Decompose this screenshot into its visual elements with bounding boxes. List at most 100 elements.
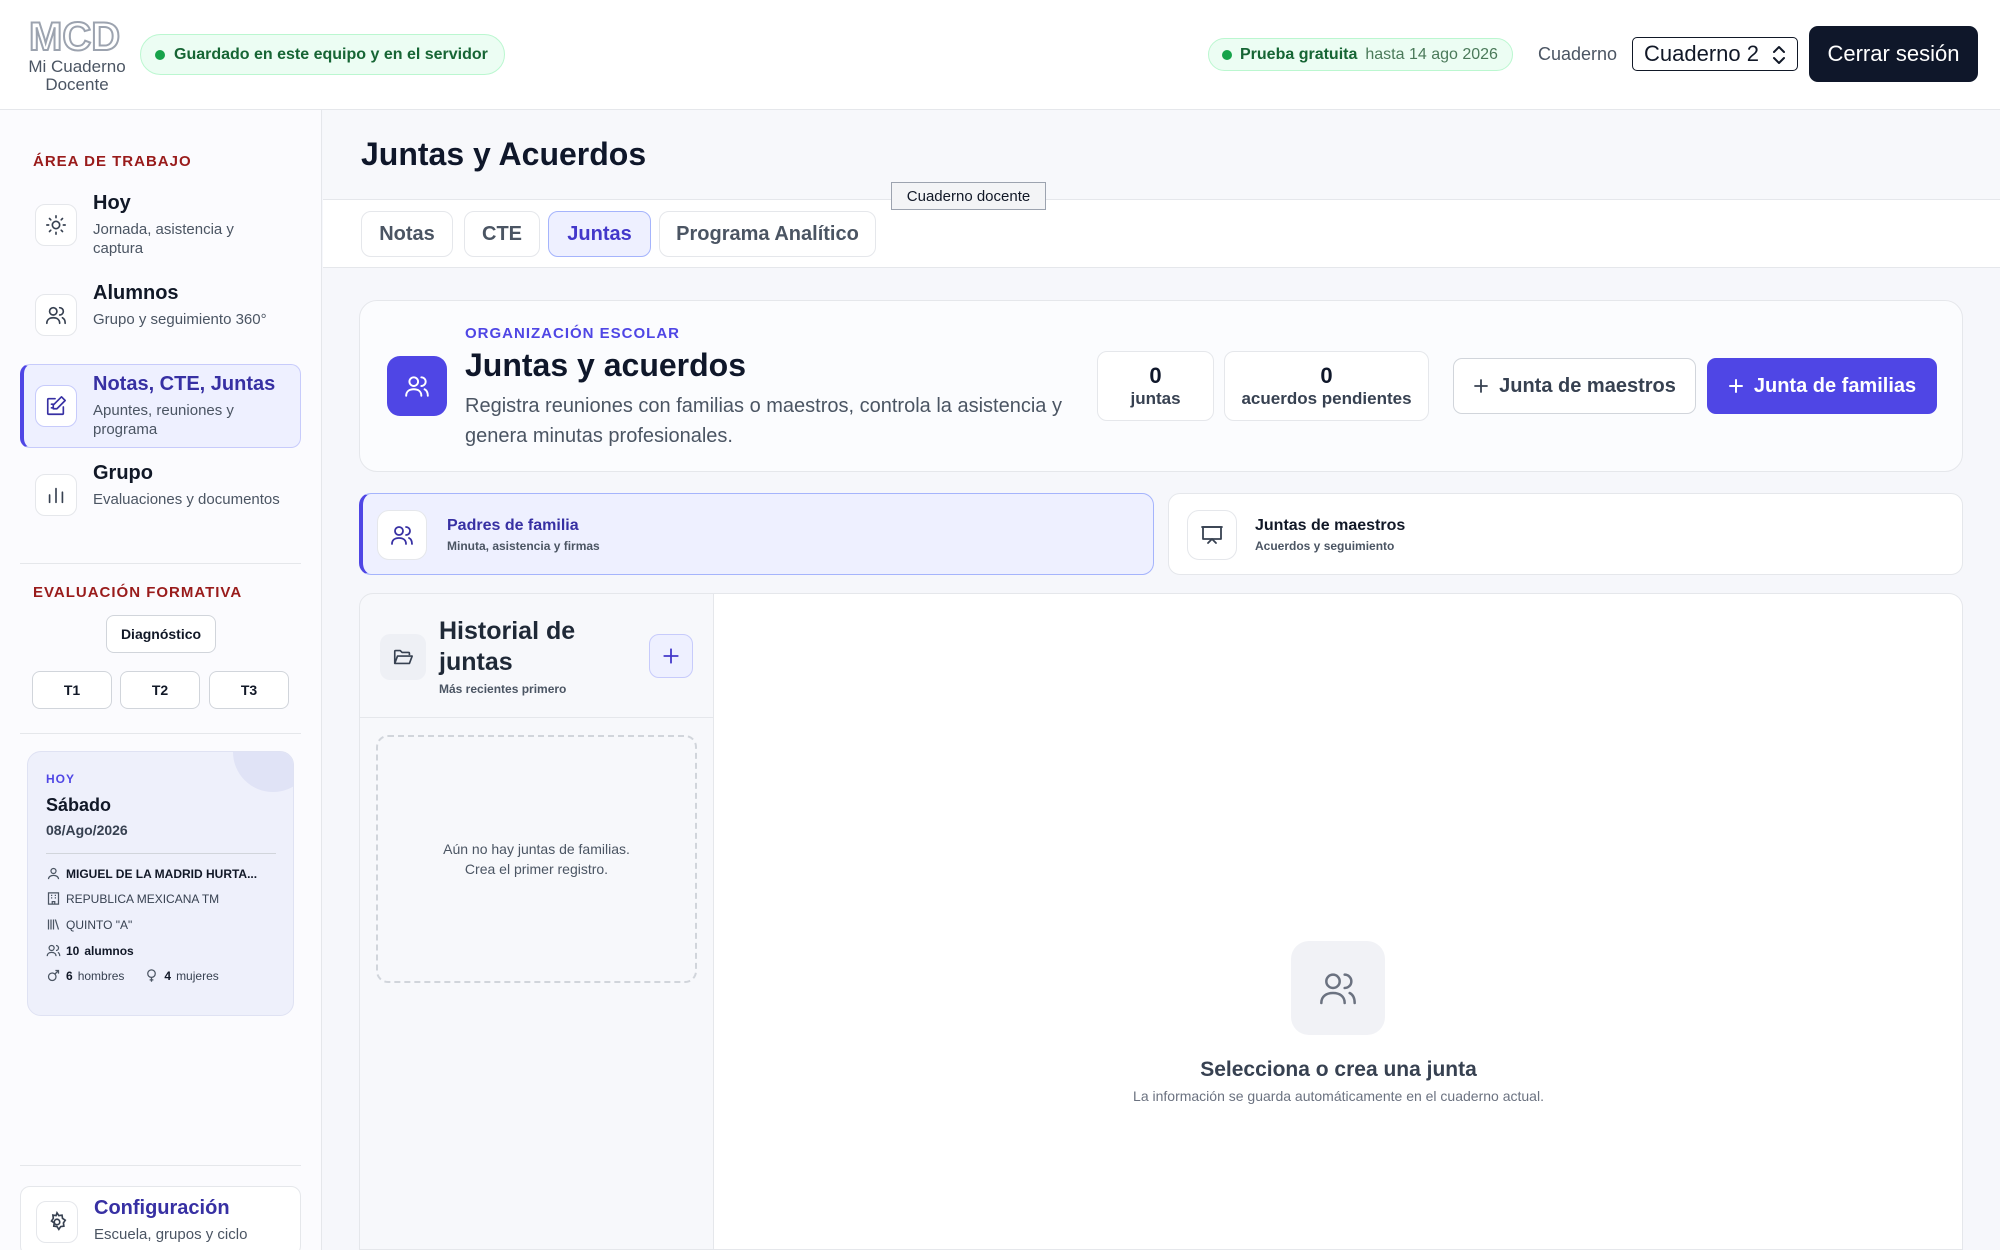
add-meeting-button[interactable]: [649, 634, 693, 678]
sun-icon: [35, 204, 77, 246]
history-panel: Historial de juntas Más recientes primer…: [359, 593, 714, 1250]
logo-line-1: Mi Cuaderno: [28, 57, 126, 76]
empty-history-placeholder: Aún no hay juntas de familias. Crea el p…: [376, 735, 697, 983]
plus-icon: [1474, 379, 1489, 393]
logo-mark-icon: MCD: [28, 14, 121, 56]
decorative-circle: [233, 752, 293, 792]
type-card-parents[interactable]: Padres de familia Minuta, asistencia y f…: [359, 493, 1154, 575]
women-count: 4: [164, 968, 172, 983]
sidebar-divider: [20, 733, 301, 734]
svg-text:MCD: MCD: [29, 15, 120, 56]
detail-empty-subtitle: La información se guarda automáticamente…: [1133, 1088, 1544, 1104]
evaluation-section-title: EVALUACIÓN FORMATIVA: [33, 584, 243, 601]
today-label: HOY: [46, 772, 76, 786]
plus-icon: [663, 648, 679, 664]
today-card: HOY Sábado 08/Ago/2026 MIGUEL DE LA MADR…: [27, 751, 294, 1016]
type-card-teachers[interactable]: Juntas de maestros Acuerdos y seguimient…: [1168, 493, 1963, 575]
sidebar-item-hoy[interactable]: Hoy Jornada, asistencia y captura: [20, 184, 301, 268]
empty-line-1: Aún no hay juntas de familias.: [443, 841, 630, 857]
type-title: Juntas de maestros: [1255, 517, 1406, 534]
summary-title: Juntas y acuerdos: [465, 347, 746, 383]
group-row: QUINTO "A": [46, 917, 132, 932]
sidebar-item-configuracion[interactable]: Configuración Escuela, grupos y ciclo: [20, 1186, 301, 1250]
users-icon: [35, 294, 77, 336]
detail-empty-title: Selecciona o crea una junta: [1200, 1058, 1477, 1081]
male-icon: [47, 969, 60, 982]
tooltip: Cuaderno docente: [891, 182, 1046, 210]
save-status-badge: Guardado en este equipo y en el servidor: [140, 34, 505, 75]
history-subtitle: Más recientes primero: [439, 682, 567, 696]
gear-icon: [36, 1201, 78, 1243]
notebook-select[interactable]: Cuaderno 2: [1632, 37, 1798, 71]
tab-notas[interactable]: Notas: [361, 211, 453, 257]
detail-panel: Selecciona o crea una junta La informaci…: [714, 593, 1963, 1250]
sidebar-item-title: Grupo: [93, 462, 153, 484]
meetings-label: juntas: [1130, 389, 1181, 408]
section-label: ORGANIZACIÓN ESCOLAR: [465, 325, 680, 342]
sidebar-item-subtitle: Escuela, grupos y ciclo: [94, 1226, 248, 1243]
today-date: 08/Ago/2026: [46, 822, 128, 838]
bar-chart-icon: [35, 474, 77, 516]
sidebar-item-title: Alumnos: [93, 282, 179, 304]
trimester-2-button[interactable]: T2: [120, 671, 200, 709]
sidebar-item-subtitle: Grupo y seguimiento 360°: [93, 311, 267, 328]
tab-programa-analitico[interactable]: Programa Analítico: [659, 211, 876, 257]
trial-badge: Prueba gratuita hasta 14 ago 2026: [1208, 38, 1513, 71]
type-subtitle: Acuerdos y seguimiento: [1255, 539, 1395, 553]
type-subtitle: Minuta, asistencia y firmas: [447, 539, 600, 553]
page-title: Juntas y Acuerdos: [361, 136, 647, 172]
sidebar-item-subtitle: Evaluaciones y documentos: [93, 491, 280, 508]
new-teachers-meeting-button[interactable]: Junta de maestros: [1453, 358, 1696, 414]
meetings-count: 0: [1149, 363, 1162, 388]
meetings-stat: 0 juntas: [1097, 351, 1214, 421]
female-icon: [147, 969, 157, 982]
users-icon: [387, 356, 447, 416]
sidebar-item-subtitle: Jornada, asistencia y captura: [93, 221, 234, 257]
save-status-text: Guardado en este equipo y en el servidor: [174, 45, 488, 63]
folder-open-icon: [380, 634, 426, 680]
trimester-1-button[interactable]: T1: [32, 671, 112, 709]
presentation-icon: [1187, 510, 1237, 560]
trial-label: Prueba gratuita: [1240, 45, 1358, 63]
men-count: 6: [66, 968, 73, 983]
new-families-meeting-button[interactable]: Junta de familias: [1707, 358, 1937, 414]
library-icon: [47, 919, 60, 930]
sidebar-item-title: Hoy: [93, 192, 131, 214]
chevron-up-down-icon: [1773, 46, 1785, 64]
women-label: mujeres: [176, 968, 219, 983]
pending-stat: 0 acuerdos pendientes: [1224, 351, 1429, 421]
history-header: Historial de juntas Más recientes primer…: [360, 594, 713, 718]
sidebar-divider: [20, 563, 301, 564]
diagnostic-button[interactable]: Diagnóstico: [106, 615, 216, 653]
plus-icon: [1728, 379, 1743, 393]
school-name: REPUBLICA MEXICANA TM: [66, 891, 220, 906]
history-title: Historial de juntas: [439, 617, 576, 676]
sidebar-item-subtitle: Apuntes, reuniones y programa: [93, 402, 234, 438]
sidebar-item-notas-cte-juntas[interactable]: Notas, CTE, Juntas Apuntes, reuniones y …: [20, 364, 301, 448]
status-dot-icon: [155, 49, 165, 60]
tabs-bar: Notas CTE Juntas Programa Analítico: [323, 200, 2000, 268]
group-name: QUINTO "A": [66, 917, 133, 932]
students-row: 10 alumnos: [46, 943, 134, 958]
logo-line-2: Docente: [45, 75, 109, 94]
logout-button[interactable]: Cerrar sesión: [1809, 26, 1978, 82]
sidebar-item-alumnos[interactable]: Alumnos Grupo y seguimiento 360°: [20, 274, 301, 358]
pending-count: 0: [1320, 363, 1333, 388]
sidebar-item-title: Notas, CTE, Juntas: [93, 373, 276, 395]
tab-juntas[interactable]: Juntas: [548, 211, 651, 257]
sidebar-item-grupo[interactable]: Grupo Evaluaciones y documentos: [20, 454, 301, 538]
workspace-section-title: ÁREA DE TRABAJO: [33, 153, 192, 170]
summary-description: Registra reuniones con familias o maestr…: [465, 395, 1062, 447]
users-icon: [1291, 941, 1385, 1035]
trial-until: hasta 14 ago 2026: [1365, 45, 1498, 63]
app-logo[interactable]: MCD Mi Cuaderno Docente: [22, 14, 132, 94]
tab-cte[interactable]: CTE: [464, 211, 540, 257]
trimester-3-button[interactable]: T3: [209, 671, 289, 709]
teacher-name: MIGUEL DE LA MADRID HURTA...: [66, 866, 258, 881]
edit-note-icon: [35, 385, 77, 427]
sidebar: ÁREA DE TRABAJO Hoy Jornada, asistencia …: [0, 110, 322, 1250]
users-icon: [46, 944, 61, 957]
page-header: Juntas y Acuerdos: [323, 110, 2000, 200]
today-day: Sábado: [46, 795, 112, 815]
empty-line-2: Crea el primer registro.: [464, 861, 609, 877]
